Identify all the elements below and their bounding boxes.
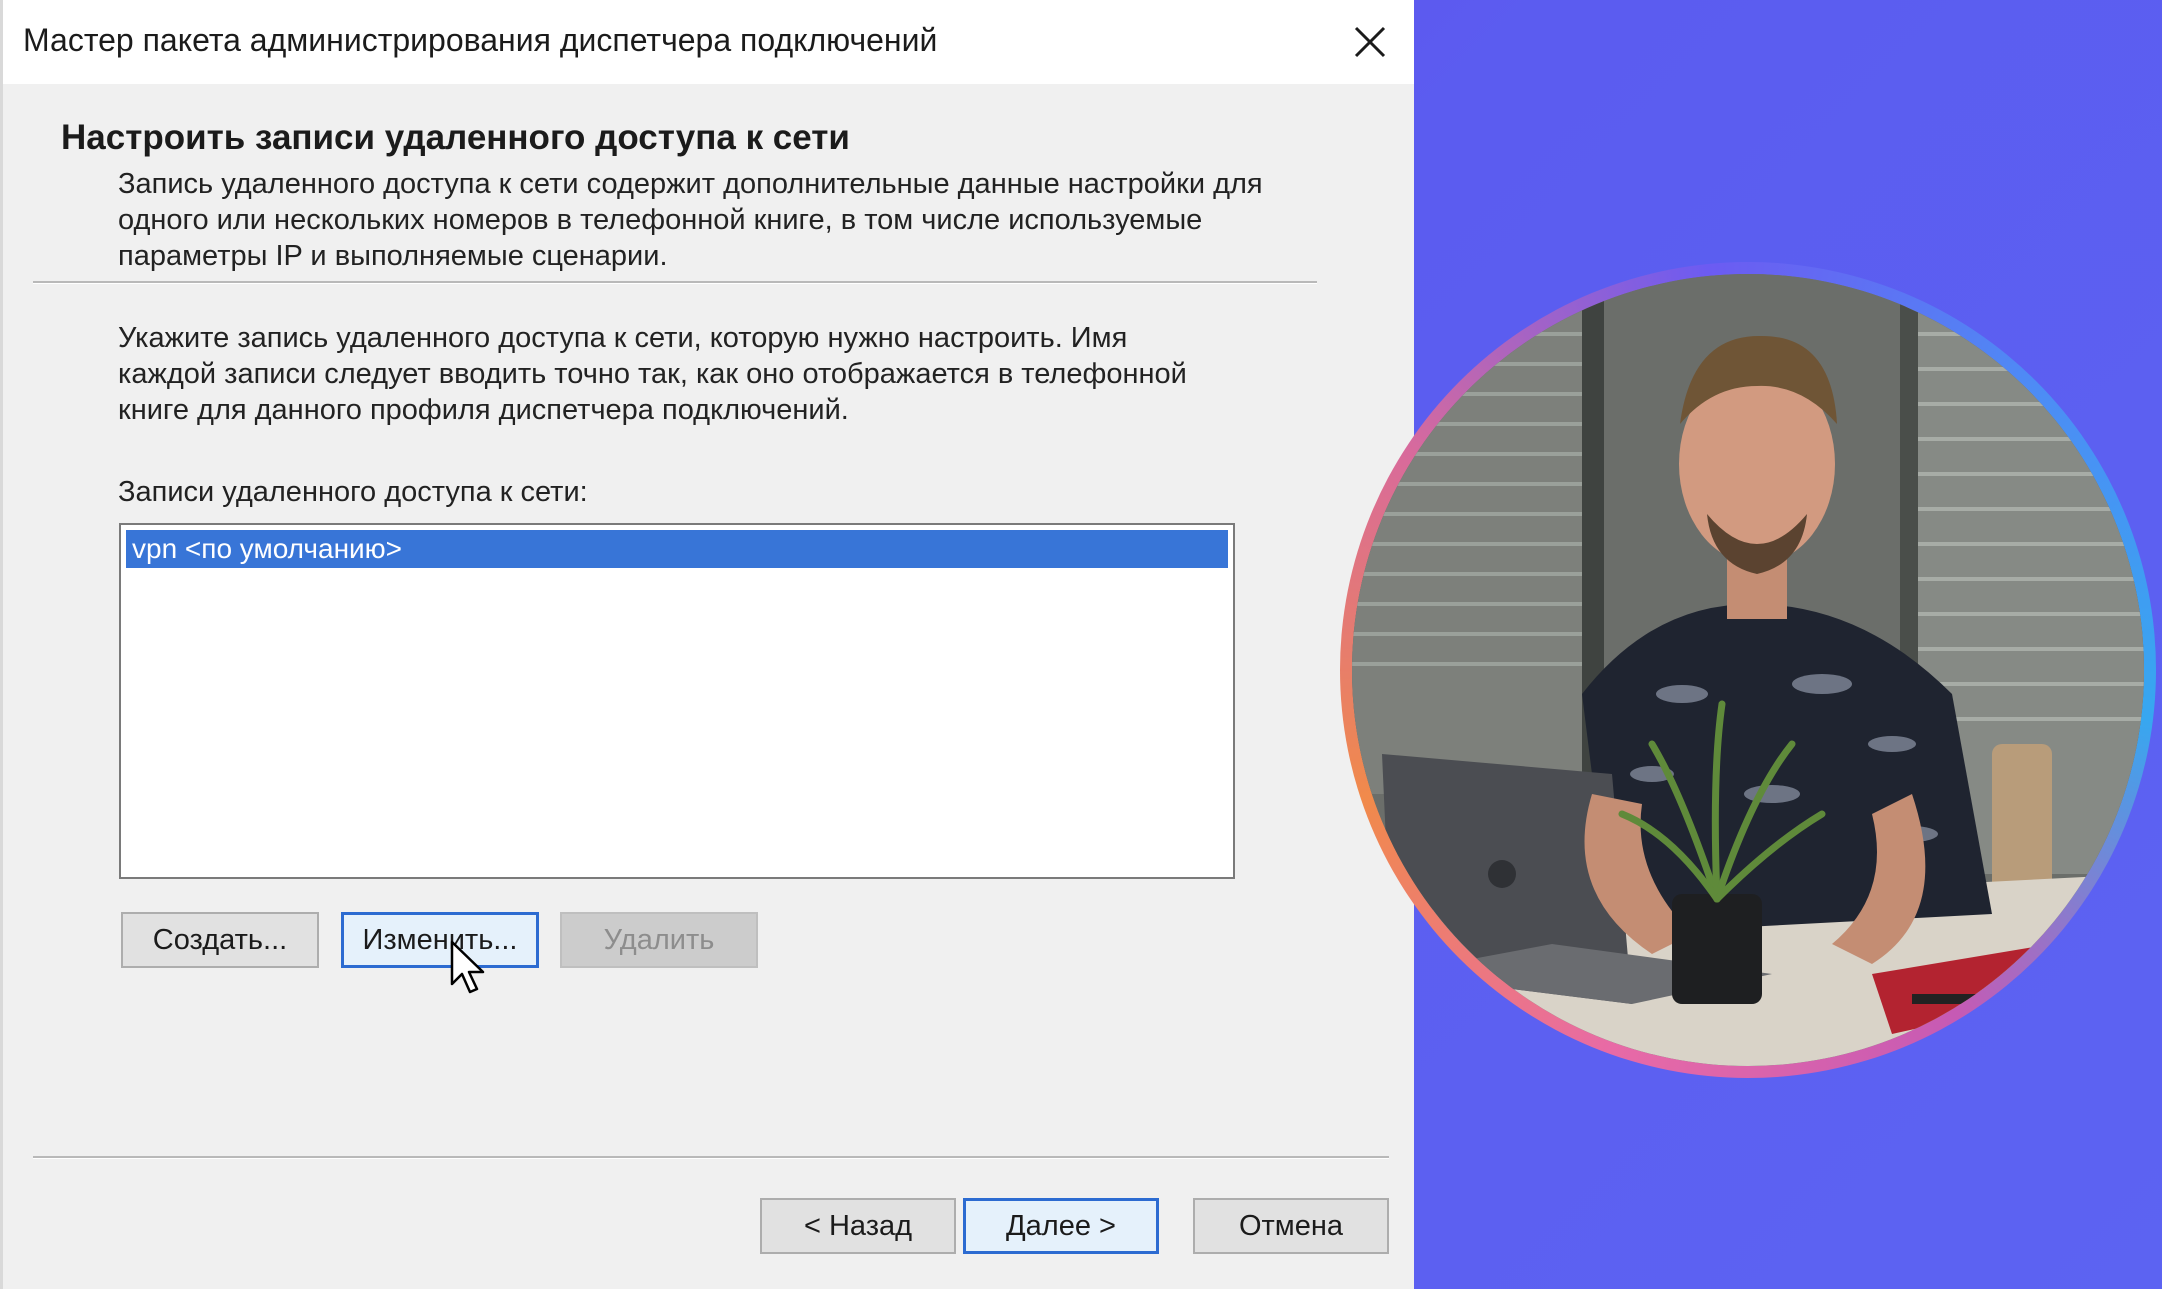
- cancel-button[interactable]: Отмена: [1193, 1198, 1389, 1254]
- page-description: Запись удаленного доступа к сети содержи…: [118, 168, 1263, 272]
- wizard-header: Настроить записи удаленного доступа к се…: [3, 84, 1414, 284]
- list-item[interactable]: vpn <по умолчанию>: [126, 530, 1228, 568]
- next-button[interactable]: Далее >: [963, 1198, 1159, 1254]
- webcam-overlay: [1340, 262, 2156, 1078]
- delete-button: Удалить: [560, 912, 758, 968]
- title-bar: Мастер пакета администрирования диспетче…: [3, 0, 1414, 84]
- close-icon: [1354, 26, 1386, 58]
- edit-button[interactable]: Изменить...: [341, 912, 539, 968]
- instruction-text: Укажите запись удаленного доступа к сети…: [118, 322, 1187, 426]
- screen: Мастер пакета администрирования диспетче…: [0, 0, 2162, 1289]
- webcam-video: [1352, 274, 2144, 1066]
- back-button[interactable]: < Назад: [760, 1198, 956, 1254]
- window-title: Мастер пакета администрирования диспетче…: [23, 22, 938, 58]
- entries-list-label: Записи удаленного доступа к сети:: [118, 476, 588, 508]
- page-title: Настроить записи удаленного доступа к се…: [61, 118, 850, 157]
- wizard-dialog: Мастер пакета администрирования диспетче…: [0, 0, 1414, 1289]
- header-divider: [33, 281, 1317, 284]
- create-button[interactable]: Создать...: [121, 912, 319, 968]
- presenter-video-frame: [1352, 274, 2144, 1066]
- footer-divider: [33, 1156, 1389, 1159]
- close-button[interactable]: [1340, 14, 1400, 70]
- dialup-entries-list[interactable]: vpn <по умолчанию>: [119, 523, 1235, 879]
